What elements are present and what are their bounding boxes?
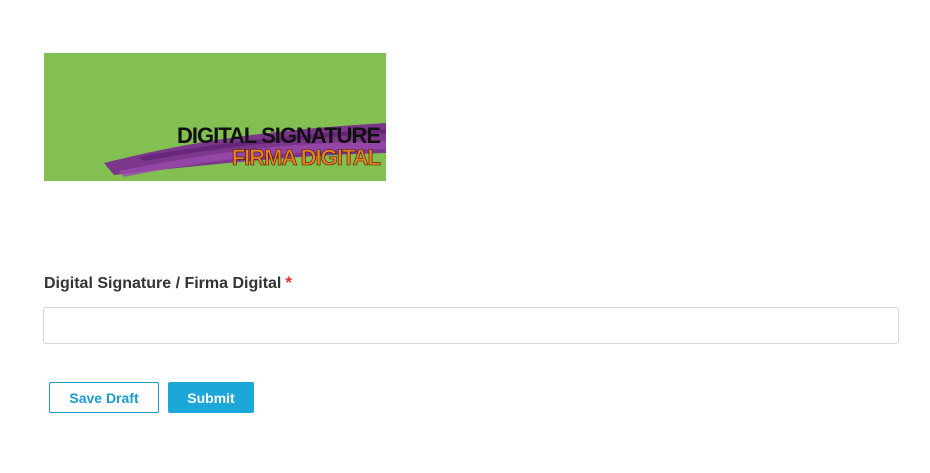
- submit-button[interactable]: Submit: [168, 382, 254, 413]
- save-draft-button[interactable]: Save Draft: [49, 382, 159, 413]
- field-label-text: Digital Signature / Firma Digital: [44, 275, 282, 292]
- banner-line2-text: FIRMA DIGITAL: [232, 145, 381, 170]
- banner-graphic: DIGITAL SIGNATURE FIRMA DIGITAL: [44, 53, 386, 181]
- digital-signature-field-label: Digital Signature / Firma Digital *: [44, 273, 292, 293]
- required-marker: *: [285, 273, 292, 292]
- form-page: DIGITAL SIGNATURE FIRMA DIGITAL Digital …: [0, 0, 930, 473]
- digital-signature-banner-logo: DIGITAL SIGNATURE FIRMA DIGITAL: [44, 53, 386, 181]
- digital-signature-input[interactable]: [43, 307, 899, 344]
